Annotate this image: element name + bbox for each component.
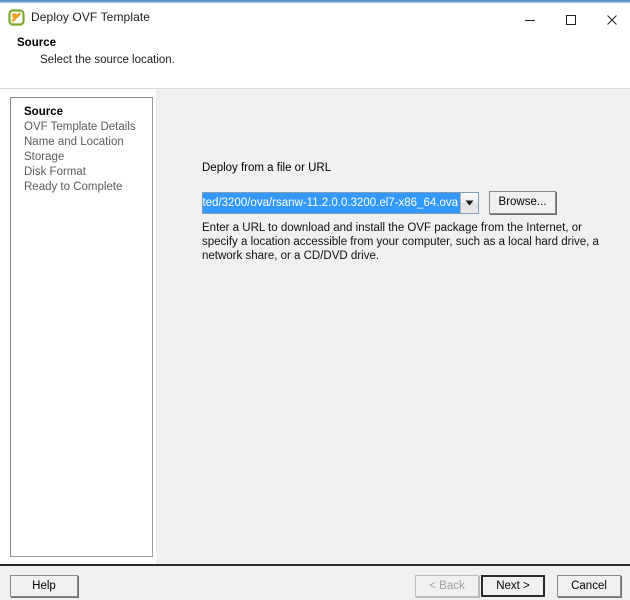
sidebar-item-disk-format[interactable]: Disk Format	[11, 165, 152, 180]
sidebar-item-storage[interactable]: Storage	[11, 150, 152, 165]
dialog-body: Deploy from a file or URL r/promoted/320…	[0, 89, 630, 564]
dialog-footer: Help < Back Next > Cancel	[0, 566, 630, 600]
minimize-button[interactable]	[507, 6, 552, 34]
title-bar: Deploy OVF Template	[0, 3, 630, 31]
ovf-template-icon	[8, 9, 25, 26]
content-panel: Deploy from a file or URL r/promoted/320…	[155, 89, 630, 564]
help-button[interactable]: Help	[10, 575, 78, 597]
help-line-3: network share, or a CD/DVD drive.	[202, 250, 380, 262]
page-header: Source Select the source location.	[0, 31, 630, 89]
chevron-down-icon[interactable]	[460, 193, 478, 213]
deploy-source-label: Deploy from a file or URL	[202, 162, 332, 174]
source-url-text: r/promoted/3200/ova/rsanw-11.2.0.0.3200.…	[203, 197, 458, 209]
deploy-ovf-template-window: Deploy OVF Template Source Select the so…	[0, 0, 630, 600]
browse-button[interactable]: Browse...	[489, 191, 556, 214]
sidebar-item-source[interactable]: Source	[11, 105, 152, 120]
wizard-step-list[interactable]: Source OVF Template Details Name and Loc…	[10, 97, 153, 557]
source-url-combobox[interactable]: r/promoted/3200/ova/rsanw-11.2.0.0.3200.…	[202, 192, 479, 214]
help-line-1: Enter a URL to download and install the …	[202, 222, 582, 234]
maximize-button[interactable]	[548, 6, 593, 34]
source-url-input[interactable]: r/promoted/3200/ova/rsanw-11.2.0.0.3200.…	[203, 193, 460, 213]
sidebar-item-name-and-location[interactable]: Name and Location	[11, 135, 152, 150]
page-title: Source	[17, 37, 56, 49]
window-title: Deploy OVF Template	[31, 10, 151, 24]
back-button: < Back	[415, 575, 479, 597]
close-button[interactable]	[589, 6, 630, 34]
source-help-text: Enter a URL to download and install the …	[202, 221, 599, 263]
help-line-2: specify a location accessible from your …	[202, 236, 599, 248]
page-subtitle: Select the source location.	[40, 54, 175, 66]
sidebar-item-ready-to-complete[interactable]: Ready to Complete	[11, 180, 152, 195]
sidebar-item-ovf-template-details[interactable]: OVF Template Details	[11, 120, 152, 135]
next-button[interactable]: Next >	[481, 575, 545, 597]
cancel-button[interactable]: Cancel	[557, 575, 621, 597]
